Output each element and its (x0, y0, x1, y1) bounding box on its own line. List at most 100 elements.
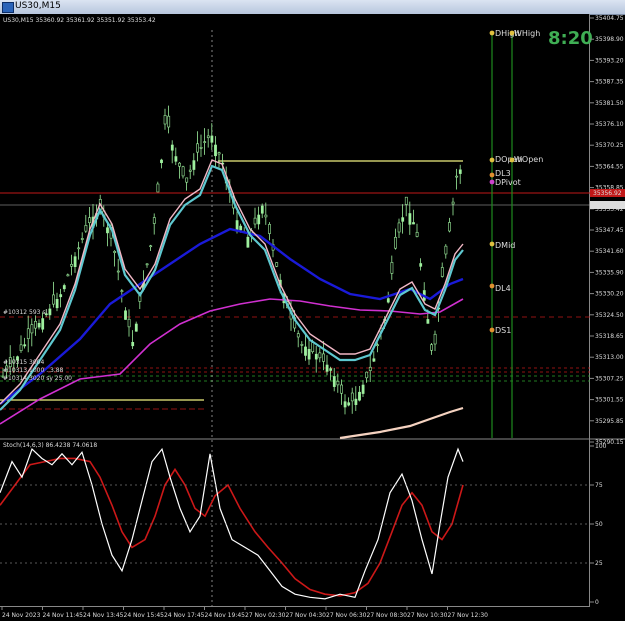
candle-body (30, 324, 34, 334)
price-label: 35376.10 (595, 121, 624, 128)
candle-body (307, 349, 311, 360)
candle-body (314, 353, 318, 360)
time-label: 27 Nov 06:30 (326, 612, 367, 619)
price-chart[interactable]: US30,M15 35360.92 35361.92 35351.92 3535… (0, 14, 625, 621)
candle-body (70, 264, 73, 267)
candle-body (77, 247, 81, 250)
time-label: 24 Nov 15:45 (124, 612, 165, 619)
candle-body (343, 401, 347, 408)
candle-body (397, 222, 401, 233)
level-marker-dot (489, 30, 495, 36)
candle-body (350, 392, 354, 402)
order-annotation: #10315 3004 (3, 359, 44, 366)
candle-body (120, 290, 124, 293)
main-chart-area[interactable] (0, 14, 590, 438)
candle-body (347, 402, 351, 406)
candle-body (340, 384, 343, 394)
candle-body (257, 214, 261, 225)
candle-body (268, 224, 271, 234)
level-marker-label: WHigh (514, 29, 540, 38)
price-label: 35381.50 (595, 100, 624, 107)
candle-body (329, 368, 333, 371)
candle-body (156, 183, 160, 193)
stoch-level-label: 50 (595, 521, 603, 528)
candle-body (361, 384, 365, 394)
candle-body (239, 225, 243, 231)
candle-body (404, 196, 408, 205)
candle-body (358, 391, 361, 401)
candle-body (376, 344, 379, 347)
candle-body (275, 262, 279, 267)
candle-body (41, 318, 45, 330)
time-label: 24 Nov 13:45 (83, 612, 124, 619)
time-label: 27 Nov 12:30 (448, 612, 489, 619)
candle-body (304, 346, 307, 356)
candle-body (59, 294, 63, 298)
order-annotation: #10312 593 sl (3, 309, 48, 316)
level-marker-dot (489, 283, 495, 289)
candle-body (174, 156, 178, 162)
candle-body (264, 214, 268, 218)
candle-body (199, 147, 203, 149)
price-label: 35318.65 (595, 333, 624, 340)
candle-body (332, 376, 336, 387)
candle-body (170, 144, 174, 151)
current-price-tag: 35353.42 (593, 202, 622, 209)
candle-body (131, 341, 135, 347)
stoch-level-label: 100 (595, 443, 607, 450)
candle-timer: 8:20 (548, 28, 593, 49)
price-label: 35335.90 (595, 269, 624, 276)
candle-body (124, 310, 127, 320)
candle-body (210, 135, 214, 143)
candle-body (444, 245, 448, 255)
candle-body (23, 344, 27, 347)
stoch-level-label: 75 (595, 482, 603, 489)
candle-body (394, 236, 397, 249)
candle-body (296, 333, 300, 338)
price-label: 35404.75 (595, 15, 624, 22)
level-marker-label: WOpen (514, 155, 543, 164)
level-marker-label: DL4 (495, 284, 511, 293)
price-label: 35307.25 (595, 375, 624, 382)
candle-body (88, 217, 91, 224)
candle-body (66, 274, 70, 277)
candle-body (458, 169, 462, 174)
candle-body (419, 263, 423, 267)
candle-body (48, 308, 52, 316)
stoch-level-label: 25 (595, 560, 603, 567)
candle-body (368, 366, 372, 371)
stoch-chart-area[interactable] (0, 440, 590, 606)
candle-body (149, 245, 153, 248)
price-label: 35364.55 (595, 163, 624, 170)
window-titlebar[interactable]: US30,M15 (0, 0, 625, 15)
candle-body (145, 263, 149, 266)
price-label: 35313.00 (595, 354, 624, 361)
candle-body (37, 323, 41, 328)
price-label: 35324.50 (595, 312, 624, 319)
price-label: 35347.45 (595, 227, 624, 234)
red-price-tag: 35356.92 (593, 190, 622, 197)
time-label: 24 Nov 19:45 (205, 612, 246, 619)
candle-body (372, 358, 376, 362)
candle-body (134, 323, 138, 332)
candle-body (192, 160, 196, 170)
candle-body (163, 115, 167, 125)
candle-body (62, 285, 66, 290)
candle-body (401, 217, 405, 222)
candle-body (365, 371, 369, 379)
price-label: 35330.20 (595, 291, 624, 298)
price-label: 35387.35 (595, 79, 624, 86)
candle-body (440, 267, 444, 277)
time-label: 24 Nov 11:45 (43, 612, 84, 619)
level-marker-dot (489, 179, 495, 185)
candle-body (178, 162, 181, 167)
candle-body (217, 152, 221, 155)
level-marker-dot (489, 157, 495, 163)
app-icon (2, 2, 14, 13)
candle-body (354, 398, 358, 405)
candle-body (426, 319, 430, 324)
candle-body (408, 213, 412, 225)
candle-body (325, 364, 329, 372)
candle-body (386, 298, 390, 303)
candle-body (260, 205, 264, 214)
